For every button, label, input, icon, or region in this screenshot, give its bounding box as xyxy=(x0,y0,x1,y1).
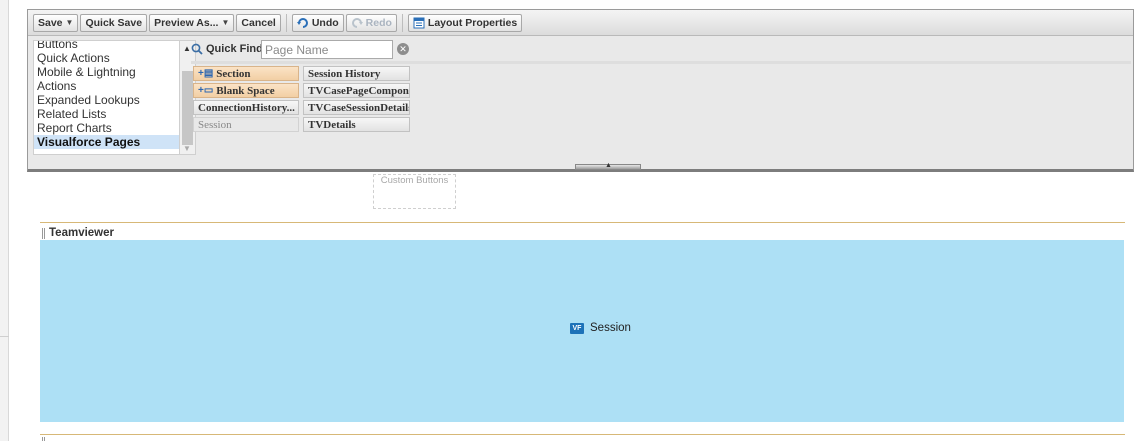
drag-handle-icon[interactable] xyxy=(42,227,45,239)
redo-label: Redo xyxy=(365,16,392,29)
toolbar-separator xyxy=(401,13,403,32)
quick-find-input[interactable] xyxy=(261,40,393,59)
quick-find-text: Quick Find xyxy=(206,43,263,55)
redo-icon xyxy=(351,17,363,28)
palette-element-section[interactable]: +▤ Section xyxy=(193,66,299,81)
preview-as-label: Preview As... xyxy=(154,16,219,29)
collapse-palette-handle[interactable]: ▲ xyxy=(575,162,641,170)
save-dropdown-caret-icon[interactable]: ▼ xyxy=(66,18,74,27)
scroll-down-arrow-icon[interactable]: ▼ xyxy=(183,144,191,153)
palette-element-session-history[interactable]: Session History xyxy=(303,66,410,81)
quick-find-label: Quick Find xyxy=(191,43,263,55)
next-section-drag-handle-icon[interactable] xyxy=(42,437,45,441)
category-item-buttons[interactable]: Buttons xyxy=(34,41,179,51)
palette-element-connectionhistory[interactable]: ConnectionHistory... xyxy=(193,100,299,115)
left-gutter xyxy=(0,0,9,441)
section-title: Teamviewer xyxy=(49,227,114,239)
toolbar-separator xyxy=(285,13,287,32)
palette-element-label: Section xyxy=(216,67,251,80)
section-divider xyxy=(40,434,1125,435)
quick-save-button[interactable]: Quick Save xyxy=(80,13,148,32)
palette-divider xyxy=(191,61,1131,64)
layout-properties-icon xyxy=(413,17,425,28)
visualforce-page-block[interactable]: VF Session xyxy=(40,240,1124,422)
add-blank-space-icon: +▭ xyxy=(198,85,214,96)
category-item-related-lists[interactable]: Related Lists xyxy=(34,107,179,121)
section-divider xyxy=(40,222,1125,223)
category-item-expanded-lookups[interactable]: Expanded Lookups xyxy=(34,93,179,107)
section-header-teamviewer[interactable]: Teamviewer xyxy=(42,227,114,239)
palette-element-label: Blank Space xyxy=(216,84,275,97)
palette-element-session[interactable]: Session xyxy=(193,117,299,132)
visualforce-icon: VF xyxy=(570,322,584,334)
undo-icon xyxy=(296,17,308,28)
layout-toolbar: Save ▼ Quick Save Preview As... ▼ Cancel U… xyxy=(28,10,1133,36)
preview-caret-icon: ▼ xyxy=(221,18,230,27)
undo-button[interactable]: Undo xyxy=(291,13,344,32)
palette-panel: Save ▼ Quick Save Preview As... ▼ Cancel U… xyxy=(27,9,1134,172)
layout-properties-label: Layout Properties xyxy=(427,16,518,29)
scrollbar-thumb[interactable] xyxy=(182,71,193,145)
category-item-quick-actions[interactable]: Quick Actions xyxy=(34,51,179,65)
custom-buttons-placeholder[interactable]: Custom Buttons xyxy=(373,174,456,209)
layout-properties-button[interactable]: Layout Properties xyxy=(407,13,523,32)
category-item-mobile-lightning-actions[interactable]: Mobile & Lightning Actions xyxy=(34,65,179,93)
palette-element-tvcasesessiondetails[interactable]: TVCaseSessionDetails xyxy=(303,100,410,115)
palette-element-tvcasepagecomponent[interactable]: TVCasePageComponen xyxy=(303,83,410,98)
palette-element-tvdetails[interactable]: TVDetails xyxy=(303,117,410,132)
search-icon xyxy=(191,43,203,55)
scroll-up-arrow-icon[interactable]: ▲ xyxy=(183,44,191,53)
category-item-visualforce-pages[interactable]: Visualforce Pages xyxy=(34,135,179,149)
gutter-marker xyxy=(0,336,9,337)
palette-element-blank-space[interactable]: +▭ Blank Space xyxy=(193,83,299,98)
visualforce-page-label: VF Session xyxy=(570,322,631,334)
category-item-report-charts[interactable]: Report Charts xyxy=(34,121,179,135)
vf-page-name: Session xyxy=(590,322,631,334)
clear-search-icon[interactable]: ✕ xyxy=(397,43,409,55)
undo-label: Undo xyxy=(311,16,339,29)
category-list[interactable]: Buttons Quick Actions Mobile & Lightning… xyxy=(33,40,180,155)
collapse-arrow-icon: ▲ xyxy=(605,162,612,169)
cancel-button[interactable]: Cancel xyxy=(236,13,281,32)
save-button[interactable]: Save ▼ xyxy=(33,13,79,32)
redo-button[interactable]: Redo xyxy=(345,13,397,32)
save-label: Save xyxy=(38,16,63,29)
add-section-icon: +▤ xyxy=(198,68,214,79)
preview-as-button[interactable]: Preview As... ▼ xyxy=(149,13,235,32)
